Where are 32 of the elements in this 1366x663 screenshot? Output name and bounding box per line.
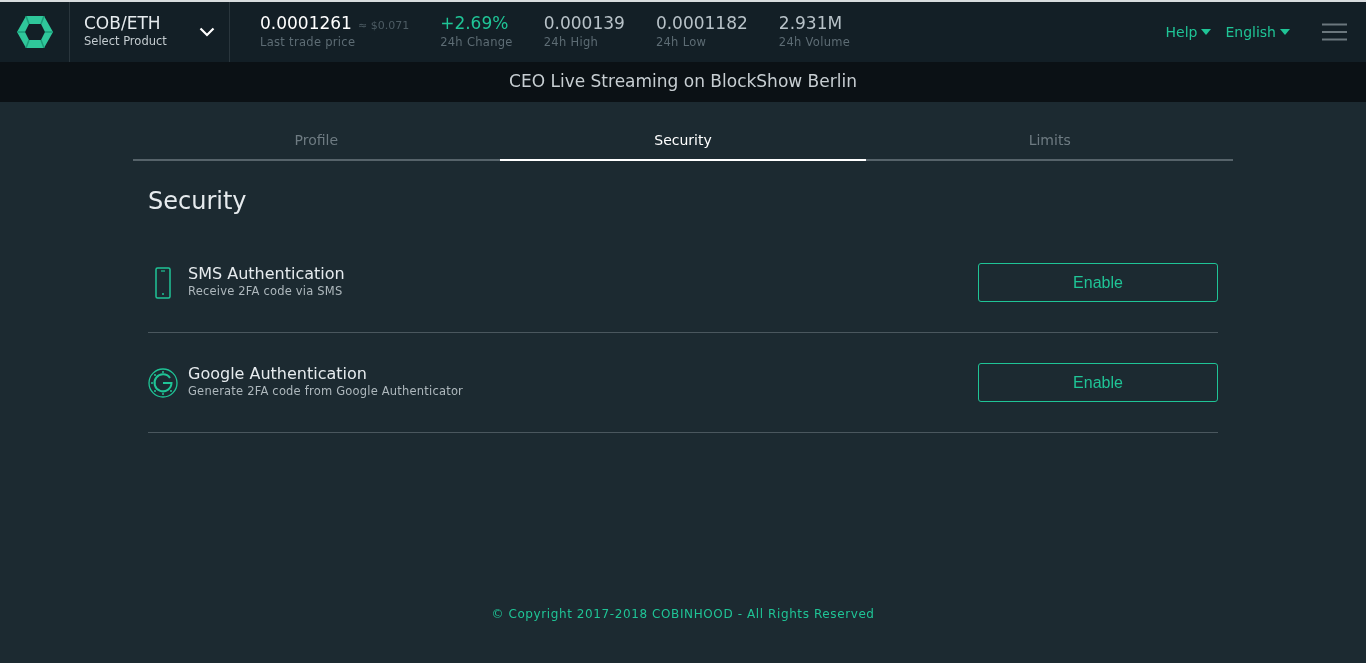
product-pair: COB/ETH [84, 14, 162, 33]
stat-value: +2.69% [440, 13, 509, 34]
stat-value: 0.000139 [543, 13, 625, 34]
method-title: Google Authentication [188, 364, 368, 384]
method-title: SMS Authentication [188, 264, 346, 284]
menu-dropdown[interactable]: English [1225, 21, 1290, 43]
approx-price: ≈ $0.071 [357, 17, 410, 34]
stat-label: Last trade price [260, 34, 357, 52]
copyright-text: © Copyright 2017-2018 COBINHOOD - All Rights Reserved [490, 606, 876, 623]
method-description: Generate 2FA code from Google Authenticator [188, 383, 465, 401]
menu-icon[interactable] [1322, 23, 1347, 41]
tab[interactable]: Security [499, 120, 867, 161]
caret-icon [1280, 28, 1290, 36]
phone-icon [155, 266, 171, 299]
announcement-banner[interactable]: CEO Live Streaming on BlockShow Berlin [0, 62, 1366, 102]
authenticator-icon [148, 367, 178, 398]
enable-button[interactable]: Enable [978, 363, 1218, 402]
stat-label: 24h High [543, 33, 600, 51]
stat-label: 24h Change [440, 33, 513, 51]
section-title: Security [148, 186, 248, 217]
method-description: Receive 2FA code via SMS [188, 283, 344, 301]
stat-label: 24h Volume [778, 33, 851, 51]
stat-value: 2.931M [778, 13, 843, 34]
product-label: Select Product [84, 32, 167, 50]
caret-icon [1201, 28, 1212, 36]
enable-button[interactable]: Enable [978, 263, 1218, 302]
stat-value: 0.0001182 [655, 13, 748, 34]
logo-icon[interactable] [16, 16, 53, 48]
stat-label: 24h Low [655, 33, 708, 51]
menu-dropdown[interactable]: Help [1165, 21, 1212, 43]
chevron-down-icon [199, 27, 215, 37]
stat-value: 0.0001261 [260, 12, 352, 33]
